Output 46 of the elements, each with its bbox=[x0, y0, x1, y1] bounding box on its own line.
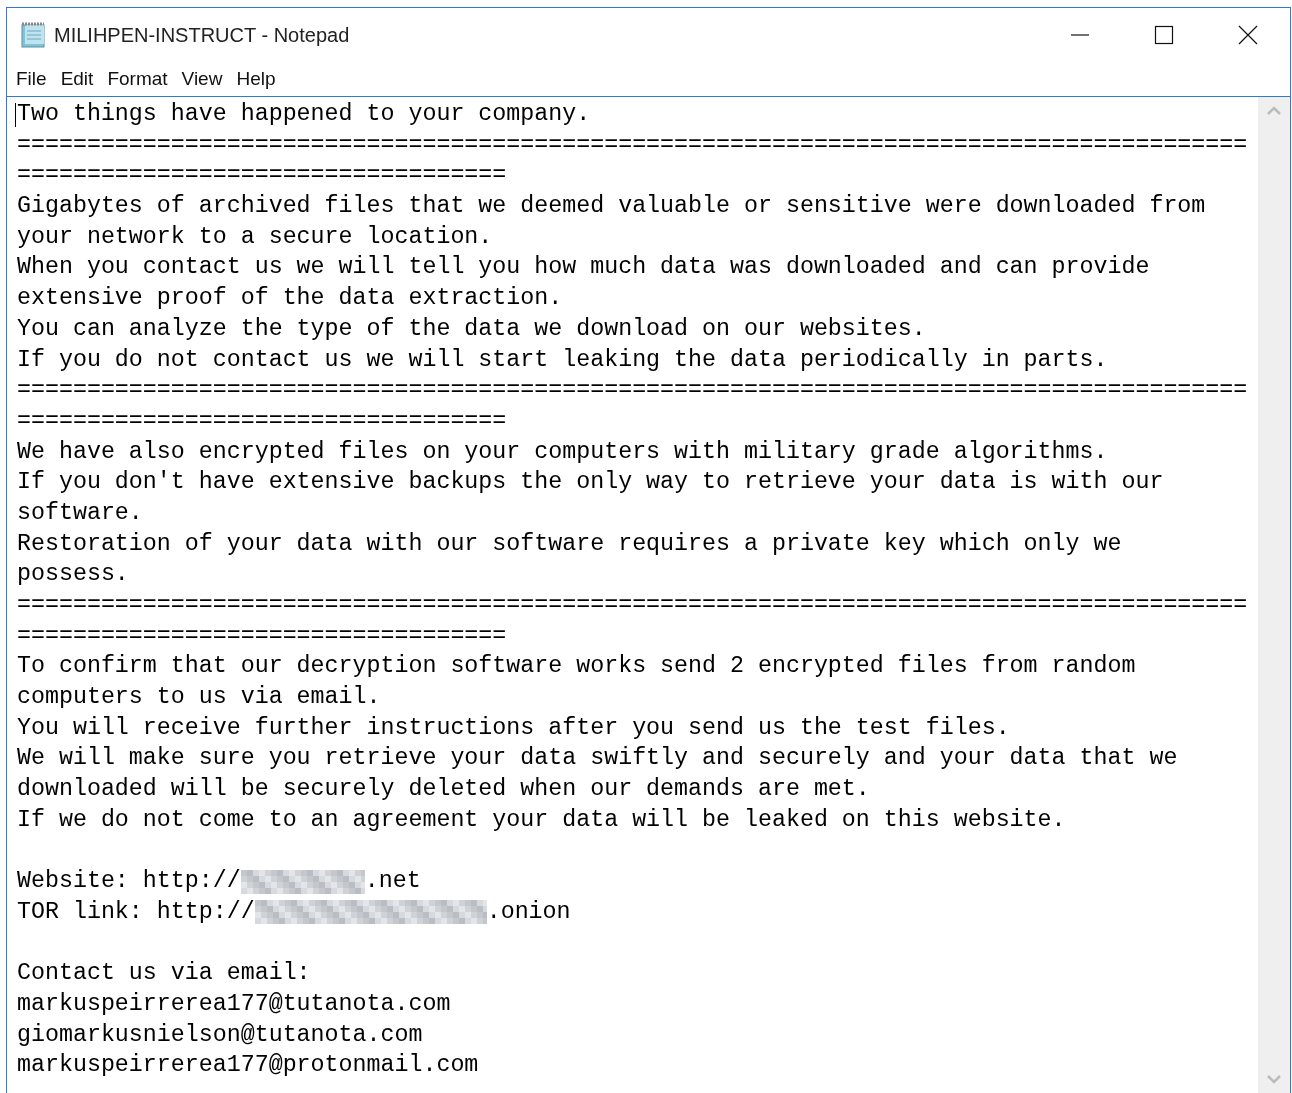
text-line: possess. bbox=[17, 560, 129, 590]
text-line: downloaded will be securely deleted when our demands are met. bbox=[17, 775, 870, 805]
close-icon bbox=[1238, 24, 1258, 45]
text-line: ======================================================================================== bbox=[17, 130, 1248, 160]
menu-item[interactable]: Edit bbox=[53, 64, 101, 93]
text-line: To confirm that our decryption software works send 2 encrypted files from random bbox=[17, 652, 1136, 682]
text-line: your network to a secure location. bbox=[17, 222, 493, 252]
menu-item[interactable]: Format bbox=[100, 64, 175, 93]
text-line: =================================== bbox=[17, 161, 507, 191]
text-line: ======================================================================================== bbox=[17, 376, 1248, 406]
text-line: If you do not contact us we will start leaking the data periodically in parts. bbox=[17, 345, 1108, 375]
text-line: You can analyze the type of the data we download on our websites. bbox=[17, 314, 926, 344]
text-line: markuspeirrerea177@tutanota.com bbox=[17, 989, 451, 1019]
text-line: markuspeirrerea177@protonmail.com bbox=[17, 1051, 479, 1081]
text-line: Restoration of your data with our software requires a private key which only we bbox=[17, 529, 1122, 559]
text-line: We will make sure you retrieve your data swiftly and securely and your data that we bbox=[17, 744, 1178, 774]
minimize-icon bbox=[1070, 33, 1090, 36]
text-line: =================================== bbox=[17, 621, 507, 651]
text-line: =================================== bbox=[17, 406, 507, 436]
text-line: If you don't have extensive backups the only way to retrieve your data is with our bbox=[17, 468, 1164, 498]
notepad-icon bbox=[20, 21, 48, 48]
text-line: .net bbox=[364, 867, 421, 897]
scroll-down-icon[interactable] bbox=[1266, 1075, 1282, 1085]
text-line: .onion bbox=[486, 897, 571, 927]
text-line: We have also encrypted files on your computers with military grade algorithms. bbox=[17, 437, 1108, 467]
text-line: computers to us via email. bbox=[17, 683, 381, 713]
menu-item[interactable]: Help bbox=[229, 64, 283, 93]
text-line: Gigabytes of archived files that we deemed valuable or sensitive were downloaded from bbox=[17, 192, 1206, 222]
text-cursor bbox=[15, 103, 16, 127]
window-title: MILIHPEN-INSTRUCT - Notepad bbox=[54, 22, 350, 48]
text-line: Website: http:// bbox=[17, 867, 241, 897]
text-line: When you contact us we will tell you how much data was downloaded and can provide bbox=[17, 253, 1150, 283]
text-line: Contact us via email: bbox=[17, 959, 311, 989]
text-line: ======================================================================================== bbox=[17, 591, 1248, 620]
menu-item[interactable]: File bbox=[9, 64, 54, 93]
text-line: You will receive further instructions after you send us the test files. bbox=[17, 713, 1010, 743]
scrollbar[interactable] bbox=[1258, 97, 1290, 1093]
maximize-icon bbox=[1154, 24, 1174, 45]
text-line: giomarkusnielson@tutanota.com bbox=[17, 1020, 423, 1050]
text-line: TOR link: http:// bbox=[17, 897, 255, 927]
text-line: software. bbox=[17, 498, 143, 528]
menu-item[interactable]: View bbox=[174, 64, 230, 93]
text-line: Two things have happened to your company. bbox=[17, 100, 591, 129]
text-line: If we do not come to an agreement your data will be leaked on this website. bbox=[17, 805, 1066, 835]
scroll-up-icon[interactable] bbox=[1266, 105, 1282, 115]
text-line: extensive proof of the data extraction. bbox=[17, 284, 563, 314]
